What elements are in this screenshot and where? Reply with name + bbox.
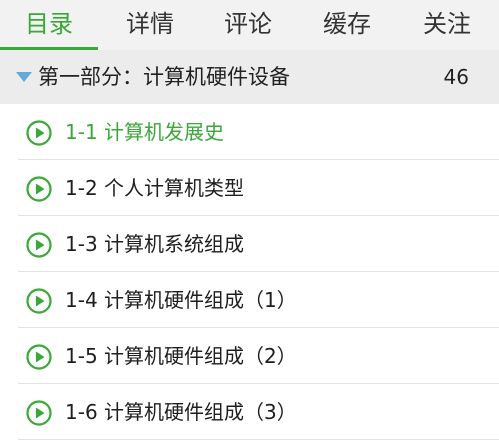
- play-circle-icon: [26, 120, 52, 146]
- lesson-label: 1-1 计算机发展史: [65, 120, 225, 144]
- lesson-label: 1-2 个人计算机类型: [65, 176, 245, 200]
- tab-bar: 目录 详情 评论 缓存 关注: [0, 0, 499, 50]
- lesson-list: 1-1 计算机发展史 1-2 个人计算机类型 1-3 计算机系统组成 1-4 计…: [0, 104, 499, 440]
- tab-details[interactable]: 详情: [110, 0, 190, 50]
- lesson-label: 1-4 计算机硬件组成（1）: [65, 288, 297, 312]
- triangle-down-icon: [16, 72, 32, 82]
- play-circle-icon: [26, 176, 52, 202]
- tab-catalog[interactable]: 目录: [0, 0, 98, 50]
- play-circle-icon: [26, 344, 52, 370]
- lesson-label: 1-5 计算机硬件组成（2）: [65, 344, 297, 368]
- play-circle-icon: [26, 232, 52, 258]
- lesson-item[interactable]: 1-2 个人计算机类型: [18, 160, 499, 216]
- play-circle-icon: [26, 400, 52, 426]
- lesson-item[interactable]: 1-4 计算机硬件组成（1）: [18, 272, 499, 328]
- section-count: 46: [443, 65, 469, 89]
- section-title: 第一部分：计算机硬件设备: [38, 65, 290, 89]
- tab-cache[interactable]: 缓存: [307, 0, 387, 50]
- lesson-item[interactable]: 1-1 计算机发展史: [18, 104, 499, 160]
- lesson-item[interactable]: 1-3 计算机系统组成: [18, 216, 499, 272]
- lesson-label: 1-6 计算机硬件组成（3）: [65, 400, 297, 424]
- lesson-label: 1-3 计算机系统组成: [65, 232, 245, 256]
- lesson-item[interactable]: 1-6 计算机硬件组成（3）: [18, 384, 499, 440]
- tab-comments[interactable]: 评论: [208, 0, 288, 50]
- play-circle-icon: [26, 288, 52, 314]
- lesson-item[interactable]: 1-5 计算机硬件组成（2）: [18, 328, 499, 384]
- section-header[interactable]: 第一部分：计算机硬件设备 46: [0, 50, 499, 104]
- tab-follow[interactable]: 关注: [407, 0, 487, 50]
